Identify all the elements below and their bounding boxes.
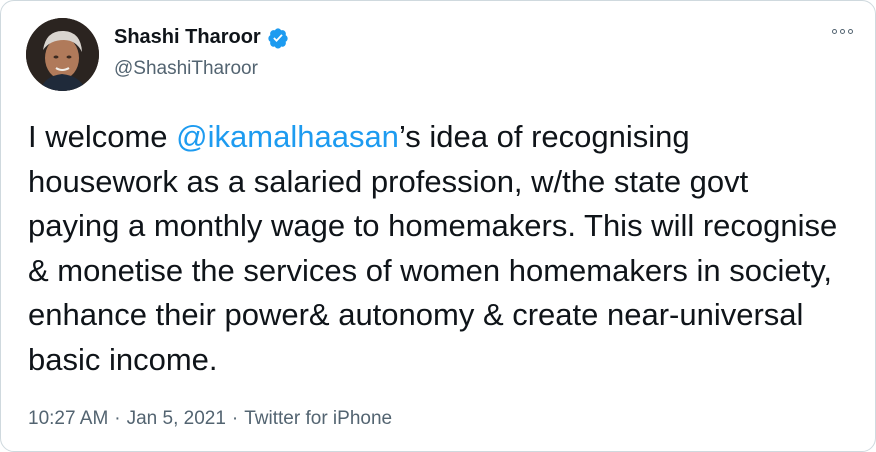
mention-link[interactable]: @ikamalhaasan [176, 119, 399, 154]
author-name-row[interactable]: Shashi Tharoor [114, 26, 289, 49]
more-dot [848, 29, 853, 34]
more-options-icon[interactable] [832, 29, 853, 34]
verified-badge-icon [268, 27, 288, 49]
avatar-image [26, 18, 99, 91]
meta-separator: · [114, 408, 121, 429]
author-display-name[interactable]: Shashi Tharoor [114, 26, 261, 49]
tweet-text-lead: I welcome [28, 119, 177, 154]
tweet-time[interactable]: 10:27 AM [28, 408, 108, 430]
avatar[interactable] [26, 18, 99, 91]
tweet-meta: 10:27 AM · Jan 5, 2021 · Twitter for iPh… [28, 408, 392, 430]
more-dot [840, 29, 845, 34]
tweet-card: Shashi Tharoor @ShashiTharoor I welcome … [0, 0, 876, 452]
tweet-date[interactable]: Jan 5, 2021 [127, 408, 226, 430]
author-handle[interactable]: @ShashiTharoor [114, 58, 258, 80]
meta-separator: · [231, 408, 239, 429]
tweet-source[interactable]: Twitter for iPhone [244, 408, 392, 430]
more-dot [832, 29, 837, 34]
tweet-text: I welcome @ikamalhaasan’s idea of recogn… [28, 115, 838, 382]
tweet-text-body: ’s idea of recognising housework as a sa… [28, 119, 838, 377]
